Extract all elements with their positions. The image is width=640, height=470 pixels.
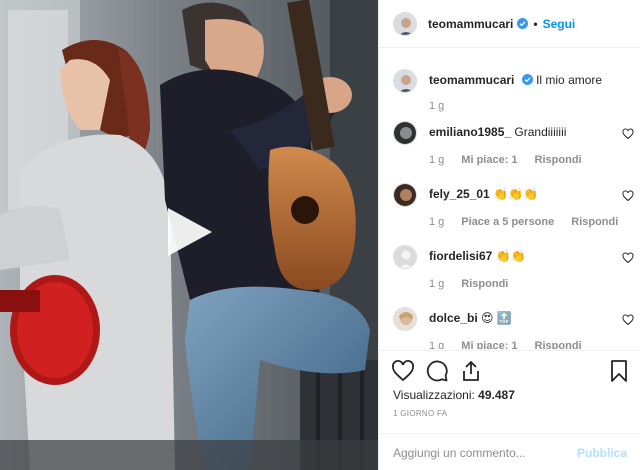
comment-username[interactable]: dolce_bi xyxy=(429,311,478,325)
comment-username[interactable]: fiordelisi67 xyxy=(429,249,492,263)
avatar[interactable] xyxy=(393,307,417,331)
comment-composer: Pubblica xyxy=(379,433,640,470)
views-label: Visualizzazioni: xyxy=(393,388,475,402)
comments-list[interactable]: teomammucari Il mio amore 1 g emiliano19… xyxy=(379,49,640,349)
comment-item: fiordelisi67 👏👏 1 g Rispondi xyxy=(379,245,640,291)
comment-time[interactable]: 1 g xyxy=(429,153,444,167)
default-avatar-icon xyxy=(394,246,416,268)
share-icon[interactable] xyxy=(459,359,483,383)
views-number[interactable]: 49.487 xyxy=(478,388,515,402)
comment-item: dolce_bi 😍 🔝 1 g Mi piace: 1 Rispondi xyxy=(379,307,640,349)
comment-likes[interactable]: Mi piace: 1 xyxy=(461,339,517,349)
comment-likes[interactable]: Piace a 5 persone xyxy=(461,215,554,229)
post-caption: teomammucari Il mio amore 1 g xyxy=(379,49,640,113)
reply-button[interactable]: Rispondi xyxy=(535,339,582,349)
heart-icon[interactable] xyxy=(622,314,634,326)
comment-text: Grandiiiiiii xyxy=(514,125,567,139)
comment-bubble-icon[interactable] xyxy=(425,359,449,383)
caption-text: Il mio amore xyxy=(536,73,603,87)
reply-button[interactable]: Rispondi xyxy=(571,215,618,229)
header-username[interactable]: teomammucari xyxy=(428,17,513,31)
comment-time[interactable]: 1 g xyxy=(429,277,444,291)
comment-item: emiliano1985_ Grandiiiiiii 1 g Mi piace:… xyxy=(379,121,640,167)
post-side-panel: teomammucari • Segui teomammucari Il mio… xyxy=(378,0,640,470)
caption-username[interactable]: teomammucari xyxy=(429,73,514,87)
heart-icon[interactable] xyxy=(622,190,634,202)
comment-text: 😍 🔝 xyxy=(481,311,512,325)
verified-badge-icon xyxy=(517,18,529,29)
avatar[interactable] xyxy=(393,183,417,207)
heart-icon[interactable] xyxy=(391,359,415,383)
reply-button[interactable]: Rispondi xyxy=(535,153,582,167)
reply-button[interactable]: Rispondi xyxy=(461,277,508,291)
avatar-image xyxy=(394,70,416,92)
heart-icon[interactable] xyxy=(622,252,634,264)
avatar[interactable] xyxy=(393,245,417,269)
separator-dot: • xyxy=(533,16,538,31)
avatar[interactable] xyxy=(393,11,417,36)
caption-time[interactable]: 1 g xyxy=(429,100,444,112)
post-date[interactable]: 1 GIORNO FA xyxy=(379,409,640,418)
video-player[interactable] xyxy=(0,0,378,470)
action-bar xyxy=(379,351,640,391)
heart-icon[interactable] xyxy=(622,128,634,140)
post-modal: teomammucari • Segui teomammucari Il mio… xyxy=(0,0,640,470)
comment-time[interactable]: 1 g xyxy=(429,215,444,229)
comment-item: fely_25_01 👏👏👏 1 g Piace a 5 persone Ris… xyxy=(379,183,640,229)
comment-username[interactable]: fely_25_01 xyxy=(429,187,490,201)
play-icon[interactable] xyxy=(162,206,214,258)
comment-likes[interactable]: Mi piace: 1 xyxy=(461,153,517,167)
follow-button[interactable]: Segui xyxy=(543,17,576,31)
post-actions: Visualizzazioni: 49.487 1 GIORNO FA Pubb… xyxy=(379,350,640,470)
comment-username[interactable]: emiliano1985_ xyxy=(429,125,511,139)
bookmark-icon[interactable] xyxy=(607,359,631,383)
avatar-image xyxy=(394,12,416,35)
avatar[interactable] xyxy=(393,69,417,93)
publish-button[interactable]: Pubblica xyxy=(577,446,627,460)
avatar-image xyxy=(394,122,416,144)
verified-badge-icon xyxy=(521,74,533,85)
avatar-image xyxy=(394,184,416,206)
comment-text: 👏👏👏 xyxy=(493,187,538,201)
avatar-image xyxy=(394,308,416,330)
views-count: Visualizzazioni: 49.487 xyxy=(379,388,640,402)
comment-time[interactable]: 1 g xyxy=(429,339,444,349)
comment-text: 👏👏 xyxy=(495,249,526,263)
avatar[interactable] xyxy=(393,121,417,145)
comment-input[interactable] xyxy=(393,445,577,460)
post-header: teomammucari • Segui xyxy=(379,0,640,48)
